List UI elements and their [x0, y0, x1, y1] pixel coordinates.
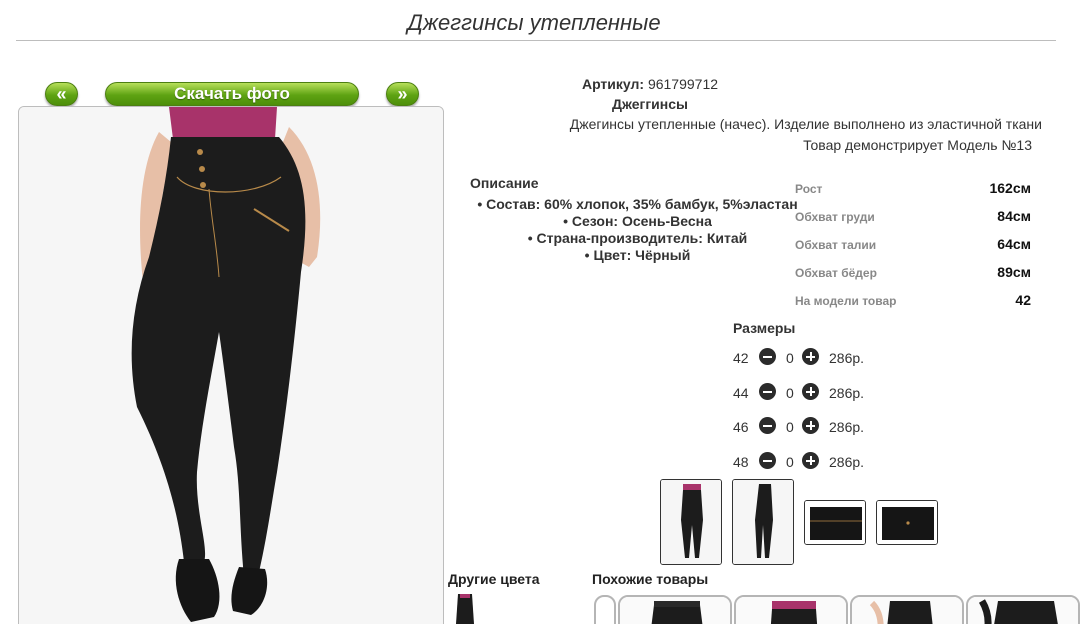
increase-quantity-icon[interactable]: [802, 348, 819, 365]
measurement-value: 84см: [997, 208, 1031, 224]
description-item: Страна-производитель: Китай: [465, 230, 810, 247]
description-item: Цвет: Чёрный: [465, 247, 810, 264]
model-note: Товар демонстрирует Модель №13: [803, 137, 1032, 153]
main-product-photo[interactable]: [18, 106, 444, 624]
product-category: Джеггинсы: [612, 96, 688, 112]
measurement-model-size: На модели товар 42: [795, 292, 1031, 312]
decrease-quantity-icon[interactable]: [759, 417, 776, 434]
similar-product-card[interactable]: [618, 595, 732, 624]
download-photo-button[interactable]: Скачать фото: [105, 82, 359, 106]
size-price: 286р.: [829, 454, 865, 470]
size-price: 286р.: [829, 385, 865, 401]
quantity-value: 0: [786, 419, 794, 435]
measurement-value: 89см: [997, 264, 1031, 280]
measurement-height: Рост 162см: [795, 180, 1031, 200]
other-colors-heading: Другие цвета: [448, 571, 540, 587]
similar-product-card[interactable]: [734, 595, 848, 624]
measurement-label: Рост: [795, 182, 823, 196]
size-row: 48 0 286р.: [733, 452, 893, 474]
measurement-value: 42: [1015, 292, 1031, 308]
decrease-quantity-icon[interactable]: [759, 383, 776, 400]
similar-product-card[interactable]: [594, 595, 616, 624]
prev-photo-button[interactable]: «: [45, 82, 78, 106]
next-photo-button[interactable]: »: [386, 82, 419, 106]
measurement-value: 64см: [997, 236, 1031, 252]
measurement-chest: Обхват груди 84см: [795, 208, 1031, 228]
decrease-quantity-icon[interactable]: [759, 348, 776, 365]
size-value: 42: [733, 350, 749, 366]
quantity-value: 0: [786, 385, 794, 401]
measurement-value: 162см: [989, 180, 1031, 196]
article-value: 961799712: [647, 76, 719, 92]
measurement-label: На модели товар: [795, 294, 897, 308]
quantity-value: 0: [786, 350, 794, 366]
similar-products-heading: Похожие товары: [592, 571, 709, 587]
size-price: 286р.: [829, 350, 865, 366]
increase-quantity-icon[interactable]: [802, 452, 819, 469]
increase-quantity-icon[interactable]: [802, 383, 819, 400]
similar-product-card[interactable]: [966, 595, 1080, 624]
increase-quantity-icon[interactable]: [802, 417, 819, 434]
article-label: Артикул:: [581, 76, 645, 92]
size-row: 44 0 286р.: [733, 383, 893, 405]
quantity-value: 0: [786, 454, 794, 470]
photo-thumbnail[interactable]: [732, 479, 794, 565]
description-item: Сезон: Осень-Весна: [465, 213, 810, 230]
product-description: Джегинсы утепленные (начес). Изделие вып…: [569, 116, 1042, 132]
measurement-label: Обхват бёдер: [795, 266, 877, 280]
size-price: 286р.: [829, 419, 865, 435]
description-list: Состав: 60% хлопок, 35% бамбук, 5%эласта…: [465, 196, 810, 264]
color-variant-thumbnail[interactable]: [448, 594, 484, 624]
sizes-heading: Размеры: [733, 320, 796, 336]
measurement-label: Обхват груди: [795, 210, 875, 224]
size-row: 42 0 286р.: [733, 348, 893, 370]
measurement-label: Обхват талии: [795, 238, 877, 252]
size-row: 46 0 286р.: [733, 417, 893, 439]
description-heading: Описание: [470, 175, 539, 191]
measurement-waist: Обхват талии 64см: [795, 236, 1031, 256]
photo-thumbnail[interactable]: [804, 500, 866, 545]
article-line: Артикул: 961799712: [450, 76, 850, 92]
size-value: 44: [733, 385, 749, 401]
size-value: 46: [733, 419, 749, 435]
page-title: Джеггинсы утепленные: [407, 10, 661, 35]
decrease-quantity-icon[interactable]: [759, 452, 776, 469]
description-item: Состав: 60% хлопок, 35% бамбук, 5%эласта…: [465, 196, 810, 213]
size-value: 48: [733, 454, 749, 470]
photo-thumbnail[interactable]: [660, 479, 722, 565]
title-divider: [16, 40, 1056, 41]
measurement-hips: Обхват бёдер 89см: [795, 264, 1031, 284]
photo-thumbnail[interactable]: [876, 500, 938, 545]
similar-product-card[interactable]: [850, 595, 964, 624]
